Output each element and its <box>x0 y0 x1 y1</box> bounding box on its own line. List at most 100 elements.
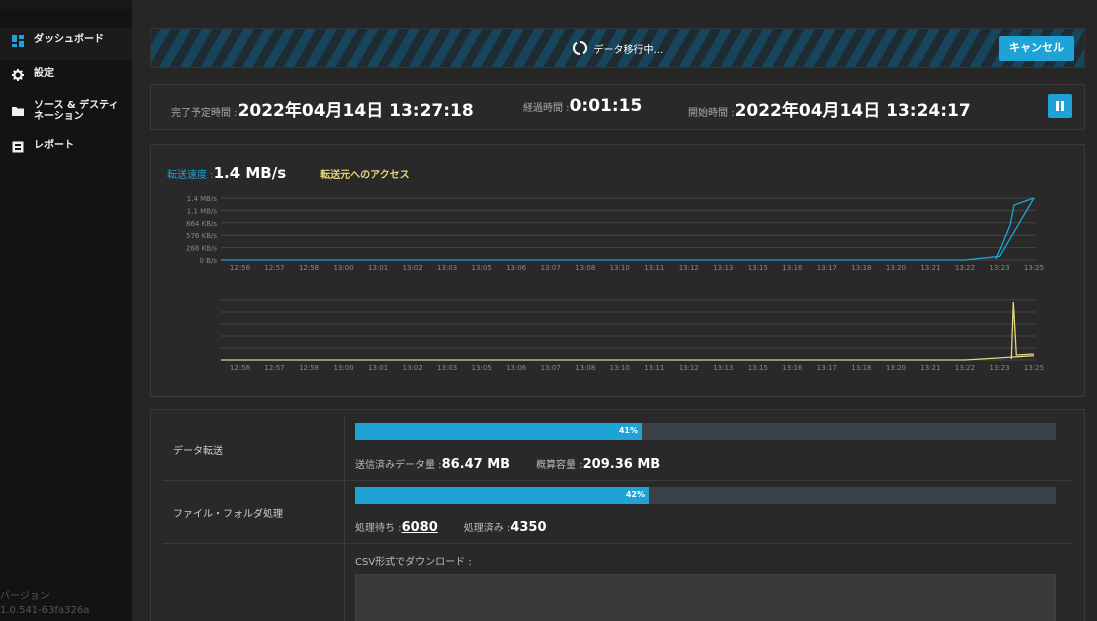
sidebar-item-label-line2: ネーション <box>34 111 84 122</box>
x-tick-label: 13:18 <box>851 364 871 372</box>
sidebar-item-source-destination[interactable]: ソース & デスティ ネーション <box>0 94 132 132</box>
x-tick-label: 13:02 <box>403 364 423 372</box>
x-tick-label: 13:25 <box>1024 264 1044 272</box>
x-tick-label: 13:21 <box>920 364 940 372</box>
x-tick-label: 13:11 <box>644 264 664 272</box>
chart-1: 12:56 12:57 12:58 13:00 13:01 13:02 13:03 13:05… <box>221 299 1044 372</box>
row-divider <box>163 480 1073 481</box>
sidebar-item-dashboard[interactable]: ダッシュボード <box>0 28 132 60</box>
sent-value: 86.47 MB <box>441 457 511 472</box>
migration-banner: データ移行中… キャンセル <box>150 28 1085 68</box>
elapsed-info: 経過時間 : 0:01:15 <box>523 96 642 116</box>
y-tick-label: 864 KB/s <box>186 220 217 228</box>
x-tick-label: 13:12 <box>679 364 699 372</box>
x-tick-label: 13:07 <box>541 264 561 272</box>
x-tick-label: 13:10 <box>610 364 630 372</box>
elapsed-value: 0:01:15 <box>569 96 643 116</box>
eta-info: 完了予定時間 : 2022年04月14日 13:27:18 <box>171 96 474 121</box>
migration-status: データ移行中… <box>572 40 664 56</box>
x-tick-label: 13:15 <box>748 264 768 272</box>
x-tick-label: 13:06 <box>506 364 527 372</box>
dashboard-icon <box>12 35 24 47</box>
x-tick-label: 13:07 <box>541 364 561 372</box>
speed-chart-panel: 転送速度 : 1.4 MB/s 転送元へのアクセス 1.4 MB/s 1.1 MB… <box>150 144 1085 397</box>
x-tick-label: 13:25 <box>1024 364 1044 372</box>
start-value: 2022年04月14日 13:24:17 <box>734 101 971 121</box>
sidebar-item-label: レポート <box>34 140 74 151</box>
csv-download-area[interactable] <box>355 574 1056 621</box>
x-tick-label: 13:21 <box>920 264 940 272</box>
x-tick-label: 13:02 <box>403 264 423 272</box>
x-tick-label: 13:13 <box>713 364 733 372</box>
progress-panel: データ転送 41% 送信済みデータ量 : 86.47 MB 概算容量 : 209… <box>150 409 1085 621</box>
series-line <box>221 197 1035 261</box>
speed-charts: 1.4 MB/s 1.1 MB/s 864 KB/s 576 KB/s 288 KB/s… <box>186 195 1044 372</box>
pending-label: 処理待ち : <box>355 523 402 534</box>
version-info: バージョン 1.0.541-63fa326a <box>0 590 89 618</box>
x-tick-label: 13:03 <box>437 264 457 272</box>
y-tick-label: 0 B/s <box>200 257 218 265</box>
total-value: 209.36 MB <box>582 457 661 472</box>
sidebar-item-label: ダッシュボード <box>34 34 104 45</box>
series-spike <box>1010 301 1035 360</box>
start-label: 開始時間 : <box>688 108 735 119</box>
time-info-panel: 完了予定時間 : 2022年04月14日 13:27:18 経過時間 : 0:0… <box>150 84 1085 130</box>
y-tick-label: 1.1 MB/s <box>187 207 218 215</box>
x-tick-label: 13:06 <box>506 264 527 272</box>
sidebar-item-settings[interactable]: 設定 <box>0 62 132 94</box>
data-transfer-label: データ転送 <box>173 446 223 457</box>
cancel-button[interactable]: キャンセル <box>999 36 1074 61</box>
chart-0: 1.4 MB/s 1.1 MB/s 864 KB/s 576 KB/s 288 KB/s… <box>186 195 1044 272</box>
gear-icon <box>12 69 24 81</box>
eta-value: 2022年04月14日 13:27:18 <box>237 101 474 121</box>
x-tick-label: 12:56 <box>230 264 251 272</box>
pause-icon-bar-right <box>1061 101 1064 111</box>
eta-label: 完了予定時間 : <box>171 108 238 119</box>
x-tick-label: 13:03 <box>437 364 457 372</box>
x-tick-label: 13:05 <box>472 264 492 272</box>
column-divider <box>344 416 345 621</box>
file-processing-progress-bar: 42% <box>355 487 1056 504</box>
data-transfer-stats: 送信済みデータ量 : 86.47 MB 概算容量 : 209.36 MB <box>355 456 686 472</box>
x-tick-label: 12:57 <box>264 364 284 372</box>
file-folder-processing-label: ファイル・フォルダ処理 <box>173 509 283 520</box>
x-tick-label: 13:01 <box>368 264 388 272</box>
pending-value-link[interactable]: 6080 <box>402 520 438 535</box>
x-tick-label: 13:08 <box>575 364 595 372</box>
x-tick-label: 13:08 <box>575 264 595 272</box>
version-value: 1.0.541-63fa326a <box>0 605 90 616</box>
start-info: 開始時間 : 2022年04月14日 13:24:17 <box>688 96 971 121</box>
x-tick-label: 12:58 <box>299 264 319 272</box>
x-tick-label: 13:22 <box>955 264 975 272</box>
sidebar-item-label-line1: ソース & デスティ <box>34 100 119 111</box>
x-tick-label: 13:05 <box>472 364 492 372</box>
x-tick-label: 13:20 <box>886 264 906 272</box>
file-processing-progress-fill <box>355 487 649 504</box>
csv-download-label: CSV形式でダウンロード : <box>355 557 472 568</box>
x-tick-label: 13:11 <box>644 364 664 372</box>
data-transfer-progress-fill <box>355 423 642 440</box>
sidebar-item-report[interactable]: レポート <box>0 134 132 166</box>
x-tick-label: 12:58 <box>299 364 319 372</box>
x-tick-label: 13:23 <box>989 264 1009 272</box>
pause-button[interactable] <box>1048 94 1072 118</box>
sidebar: ダッシュボード 設定 ソース & デスティ ネーション レポート バージョン 1… <box>0 0 132 621</box>
sidebar-item-label: ソース & デスティ ネーション <box>34 100 119 122</box>
x-tick-label: 13:10 <box>610 264 630 272</box>
total-label: 概算容量 : <box>536 460 583 471</box>
elapsed-label: 経過時間 : <box>523 103 570 114</box>
migration-status-text: データ移行中… <box>593 44 664 56</box>
x-tick-label: 13:17 <box>817 364 837 372</box>
x-tick-label: 12:56 <box>230 364 251 372</box>
done-value: 4350 <box>510 520 547 535</box>
x-tick-label: 13:00 <box>333 364 353 372</box>
done-label: 処理済み : <box>463 523 511 534</box>
file-processing-percent: 42% <box>625 490 645 499</box>
data-transfer-progress-bar: 41% <box>355 423 1056 440</box>
sent-label: 送信済みデータ量 : <box>355 460 442 471</box>
y-tick-label: 1.4 MB/s <box>187 195 218 203</box>
version-label: バージョン <box>0 591 50 602</box>
sync-icon <box>572 41 587 55</box>
x-tick-label: 13:22 <box>955 364 975 372</box>
report-icon <box>12 141 24 153</box>
